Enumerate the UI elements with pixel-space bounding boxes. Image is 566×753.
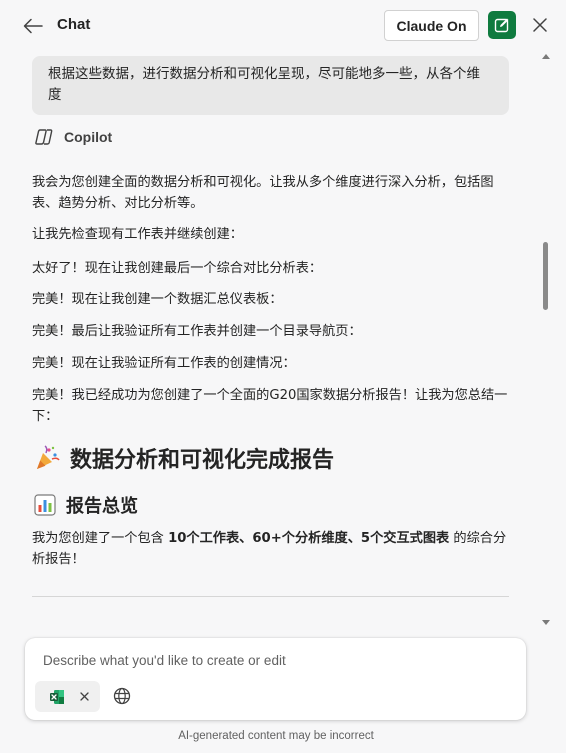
copilot-icon xyxy=(35,129,53,145)
assistant-paragraph: 让我先检查现有工作表并继续创建： xyxy=(32,227,243,242)
arrow-left-icon xyxy=(23,18,43,34)
scroll-thumb[interactable] xyxy=(543,242,548,310)
close-icon xyxy=(79,692,89,701)
claude-toggle-button[interactable]: Claude On xyxy=(384,10,479,41)
scroll-up-arrow-icon[interactable] xyxy=(542,54,550,59)
divider xyxy=(32,596,509,597)
remove-attachment-button[interactable] xyxy=(77,690,91,704)
overview-heading: 报告总览 xyxy=(34,492,138,518)
report-heading: 数据分析和可视化完成报告 xyxy=(34,442,334,474)
web-search-button[interactable] xyxy=(111,685,133,707)
new-chat-button[interactable] xyxy=(488,11,516,39)
excel-icon xyxy=(50,689,64,704)
assistant-header: Copilot xyxy=(34,128,112,146)
party-popper-icon xyxy=(37,445,60,469)
attached-file-chip[interactable] xyxy=(35,681,100,712)
overview-heading-text: 报告总览 xyxy=(66,496,138,517)
scrollbar[interactable] xyxy=(540,52,552,630)
back-button[interactable] xyxy=(18,12,48,40)
compose-icon xyxy=(494,18,509,33)
globe-icon xyxy=(113,687,131,705)
summary-prefix: 我为您创建了一个包含 xyxy=(32,531,169,546)
close-button[interactable] xyxy=(528,13,552,37)
conversation-area[interactable]: 根据这些数据，进行数据分析和可视化呈现，尽可能地多一些，从各个维度 Copilo… xyxy=(0,52,552,630)
assistant-paragraph: 完美！最后让我验证所有工作表并创建一个目录导航页： xyxy=(32,324,362,339)
user-message: 根据这些数据，进行数据分析和可视化呈现，尽可能地多一些，从各个维度 xyxy=(32,56,509,115)
assistant-paragraph: 我会为您创建全面的数据分析和可视化。让我从多个维度进行深入分析，包括图表、趋势分… xyxy=(32,175,494,211)
page-title: Chat xyxy=(57,16,91,33)
scroll-down-arrow-icon[interactable] xyxy=(542,620,550,625)
prompt-input[interactable] xyxy=(43,650,503,670)
summary-paragraph: 我为您创建了一个包含 10个工作表、60+个分析维度、5个交互式图表 的综合分析… xyxy=(32,528,510,570)
report-heading-text: 数据分析和可视化完成报告 xyxy=(70,448,335,473)
assistant-paragraph: 完美！我已经成功为您创建了一个全面的G20国家数据分析报告！让我为您总结一下： xyxy=(32,388,508,424)
bar-chart-icon xyxy=(34,494,56,516)
chat-header: Chat Claude On xyxy=(0,0,566,52)
assistant-paragraph: 完美！现在让我创建一个数据汇总仪表板： xyxy=(32,292,283,307)
assistant-name: Copilot xyxy=(64,129,113,145)
close-icon xyxy=(533,18,547,32)
assistant-paragraph: 太好了！现在让我创建最后一个综合对比分析表： xyxy=(32,261,323,276)
disclaimer-text: AI-generated content may be incorrect xyxy=(178,730,374,742)
copilot-chat-pane: Chat Claude On 根据这些数据，进行数据分析和可视化呈现，尽可能地多… xyxy=(0,0,566,753)
assistant-paragraph: 完美！现在让我验证所有工作表的创建情况： xyxy=(32,356,296,371)
composer xyxy=(25,638,526,720)
summary-highlight: 10个工作表、60+个分析维度、5个交互式图表 xyxy=(168,531,450,546)
